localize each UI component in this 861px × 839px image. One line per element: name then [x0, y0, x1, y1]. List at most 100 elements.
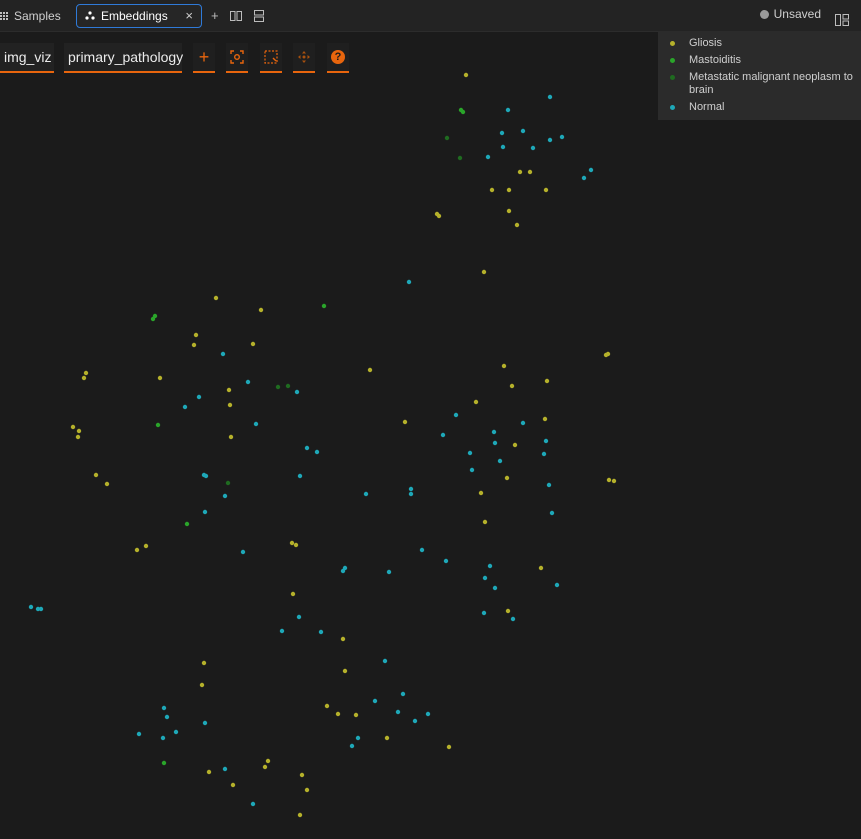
scatter-point[interactable]: [161, 705, 167, 711]
scatter-point[interactable]: [506, 208, 512, 214]
scatter-point[interactable]: [372, 698, 378, 704]
scatter-point[interactable]: [203, 473, 209, 479]
scatter-point[interactable]: [504, 475, 510, 481]
scatter-point[interactable]: [412, 718, 418, 724]
scatter-point[interactable]: [559, 134, 565, 140]
pan-button[interactable]: [293, 43, 315, 73]
scatter-point[interactable]: [446, 744, 452, 750]
scatter-point[interactable]: [134, 547, 140, 553]
scatter-point[interactable]: [290, 591, 296, 597]
scatter-point[interactable]: [222, 493, 228, 499]
scatter-point[interactable]: [408, 491, 414, 497]
scatter-point[interactable]: [581, 175, 587, 181]
scatter-point[interactable]: [289, 540, 295, 546]
scatter-point[interactable]: [314, 449, 320, 455]
scatter-point[interactable]: [478, 490, 484, 496]
legend-item[interactable]: Gliosis: [670, 37, 861, 50]
scatter-point[interactable]: [202, 509, 208, 515]
fit-view-button[interactable]: [226, 43, 248, 73]
scatter-point[interactable]: [222, 766, 228, 772]
scatter-point[interactable]: [335, 711, 341, 717]
scatter-point[interactable]: [546, 482, 552, 488]
scatter-point[interactable]: [481, 610, 487, 616]
scatter-point[interactable]: [530, 145, 536, 151]
scatter-point[interactable]: [258, 307, 264, 313]
scatter-point[interactable]: [150, 316, 156, 322]
scatter-point[interactable]: [342, 668, 348, 674]
scatter-point[interactable]: [304, 445, 310, 451]
scatter-point[interactable]: [500, 144, 506, 150]
scatter-point[interactable]: [386, 569, 392, 575]
scatter-point[interactable]: [436, 213, 442, 219]
scatter-point[interactable]: [510, 616, 516, 622]
scatter-point[interactable]: [406, 279, 412, 285]
scatter-point[interactable]: [104, 481, 110, 487]
scatter-point[interactable]: [367, 367, 373, 373]
scatter-point[interactable]: [382, 658, 388, 664]
scatter-point[interactable]: [160, 735, 166, 741]
scatter-point[interactable]: [245, 379, 251, 385]
scatter-point[interactable]: [353, 712, 359, 718]
scatter-point[interactable]: [460, 109, 466, 115]
scatter-point[interactable]: [542, 416, 548, 422]
scatter-point[interactable]: [318, 629, 324, 635]
scatter-point[interactable]: [230, 782, 236, 788]
scatter-point[interactable]: [527, 169, 533, 175]
scatter-point[interactable]: [544, 378, 550, 384]
scatter-point[interactable]: [453, 412, 459, 418]
scatter-point[interactable]: [489, 187, 495, 193]
scatter-point[interactable]: [554, 582, 560, 588]
scatter-point[interactable]: [444, 135, 450, 141]
scatter-point[interactable]: [505, 608, 511, 614]
scatter-point[interactable]: [402, 419, 408, 425]
scatter-point[interactable]: [173, 729, 179, 735]
scatter-point[interactable]: [443, 558, 449, 564]
scatter-point[interactable]: [321, 303, 327, 309]
scatter-point[interactable]: [485, 154, 491, 160]
scatter-point[interactable]: [296, 614, 302, 620]
scatter-point[interactable]: [603, 352, 609, 358]
scatter-point[interactable]: [425, 711, 431, 717]
scatter-point[interactable]: [491, 429, 497, 435]
scatter-point[interactable]: [611, 478, 617, 484]
scatter-point[interactable]: [457, 155, 463, 161]
scatter-point[interactable]: [505, 107, 511, 113]
scatter-point[interactable]: [253, 421, 259, 427]
scatter-point[interactable]: [193, 332, 199, 338]
scatter-point[interactable]: [547, 94, 553, 100]
scatter-point[interactable]: [28, 604, 34, 610]
scatter-point[interactable]: [520, 128, 526, 134]
scatter-point[interactable]: [250, 341, 256, 347]
add-button[interactable]: +: [193, 43, 215, 73]
scatter-point[interactable]: [299, 772, 305, 778]
scatter-point[interactable]: [143, 543, 149, 549]
scatter-point[interactable]: [481, 269, 487, 275]
scatter-point[interactable]: [76, 428, 82, 434]
scatter-point[interactable]: [355, 735, 361, 741]
scatter-point[interactable]: [509, 383, 515, 389]
scatter-point[interactable]: [469, 467, 475, 473]
scatter-point[interactable]: [225, 480, 231, 486]
scatter-point[interactable]: [547, 137, 553, 143]
scatter-point[interactable]: [220, 351, 226, 357]
scatter-point[interactable]: [492, 585, 498, 591]
scatter-point[interactable]: [297, 812, 303, 818]
scatter-point[interactable]: [161, 760, 167, 766]
scatter-point[interactable]: [340, 636, 346, 642]
scatter-point[interactable]: [199, 682, 205, 688]
scatter-point[interactable]: [196, 394, 202, 400]
embeddings-scatter-plot[interactable]: [0, 0, 861, 839]
scatter-point[interactable]: [294, 389, 300, 395]
scatter-point[interactable]: [499, 130, 505, 136]
legend-item[interactable]: Mastoiditis: [670, 54, 861, 67]
scatter-point[interactable]: [408, 486, 414, 492]
scatter-point[interactable]: [293, 542, 299, 548]
scatter-point[interactable]: [38, 606, 44, 612]
scatter-point[interactable]: [467, 450, 473, 456]
scatter-point[interactable]: [182, 404, 188, 410]
scatter-point[interactable]: [297, 473, 303, 479]
scatter-point[interactable]: [340, 568, 346, 574]
scatter-point[interactable]: [201, 660, 207, 666]
scatter-point[interactable]: [81, 375, 87, 381]
scatter-point[interactable]: [155, 422, 161, 428]
